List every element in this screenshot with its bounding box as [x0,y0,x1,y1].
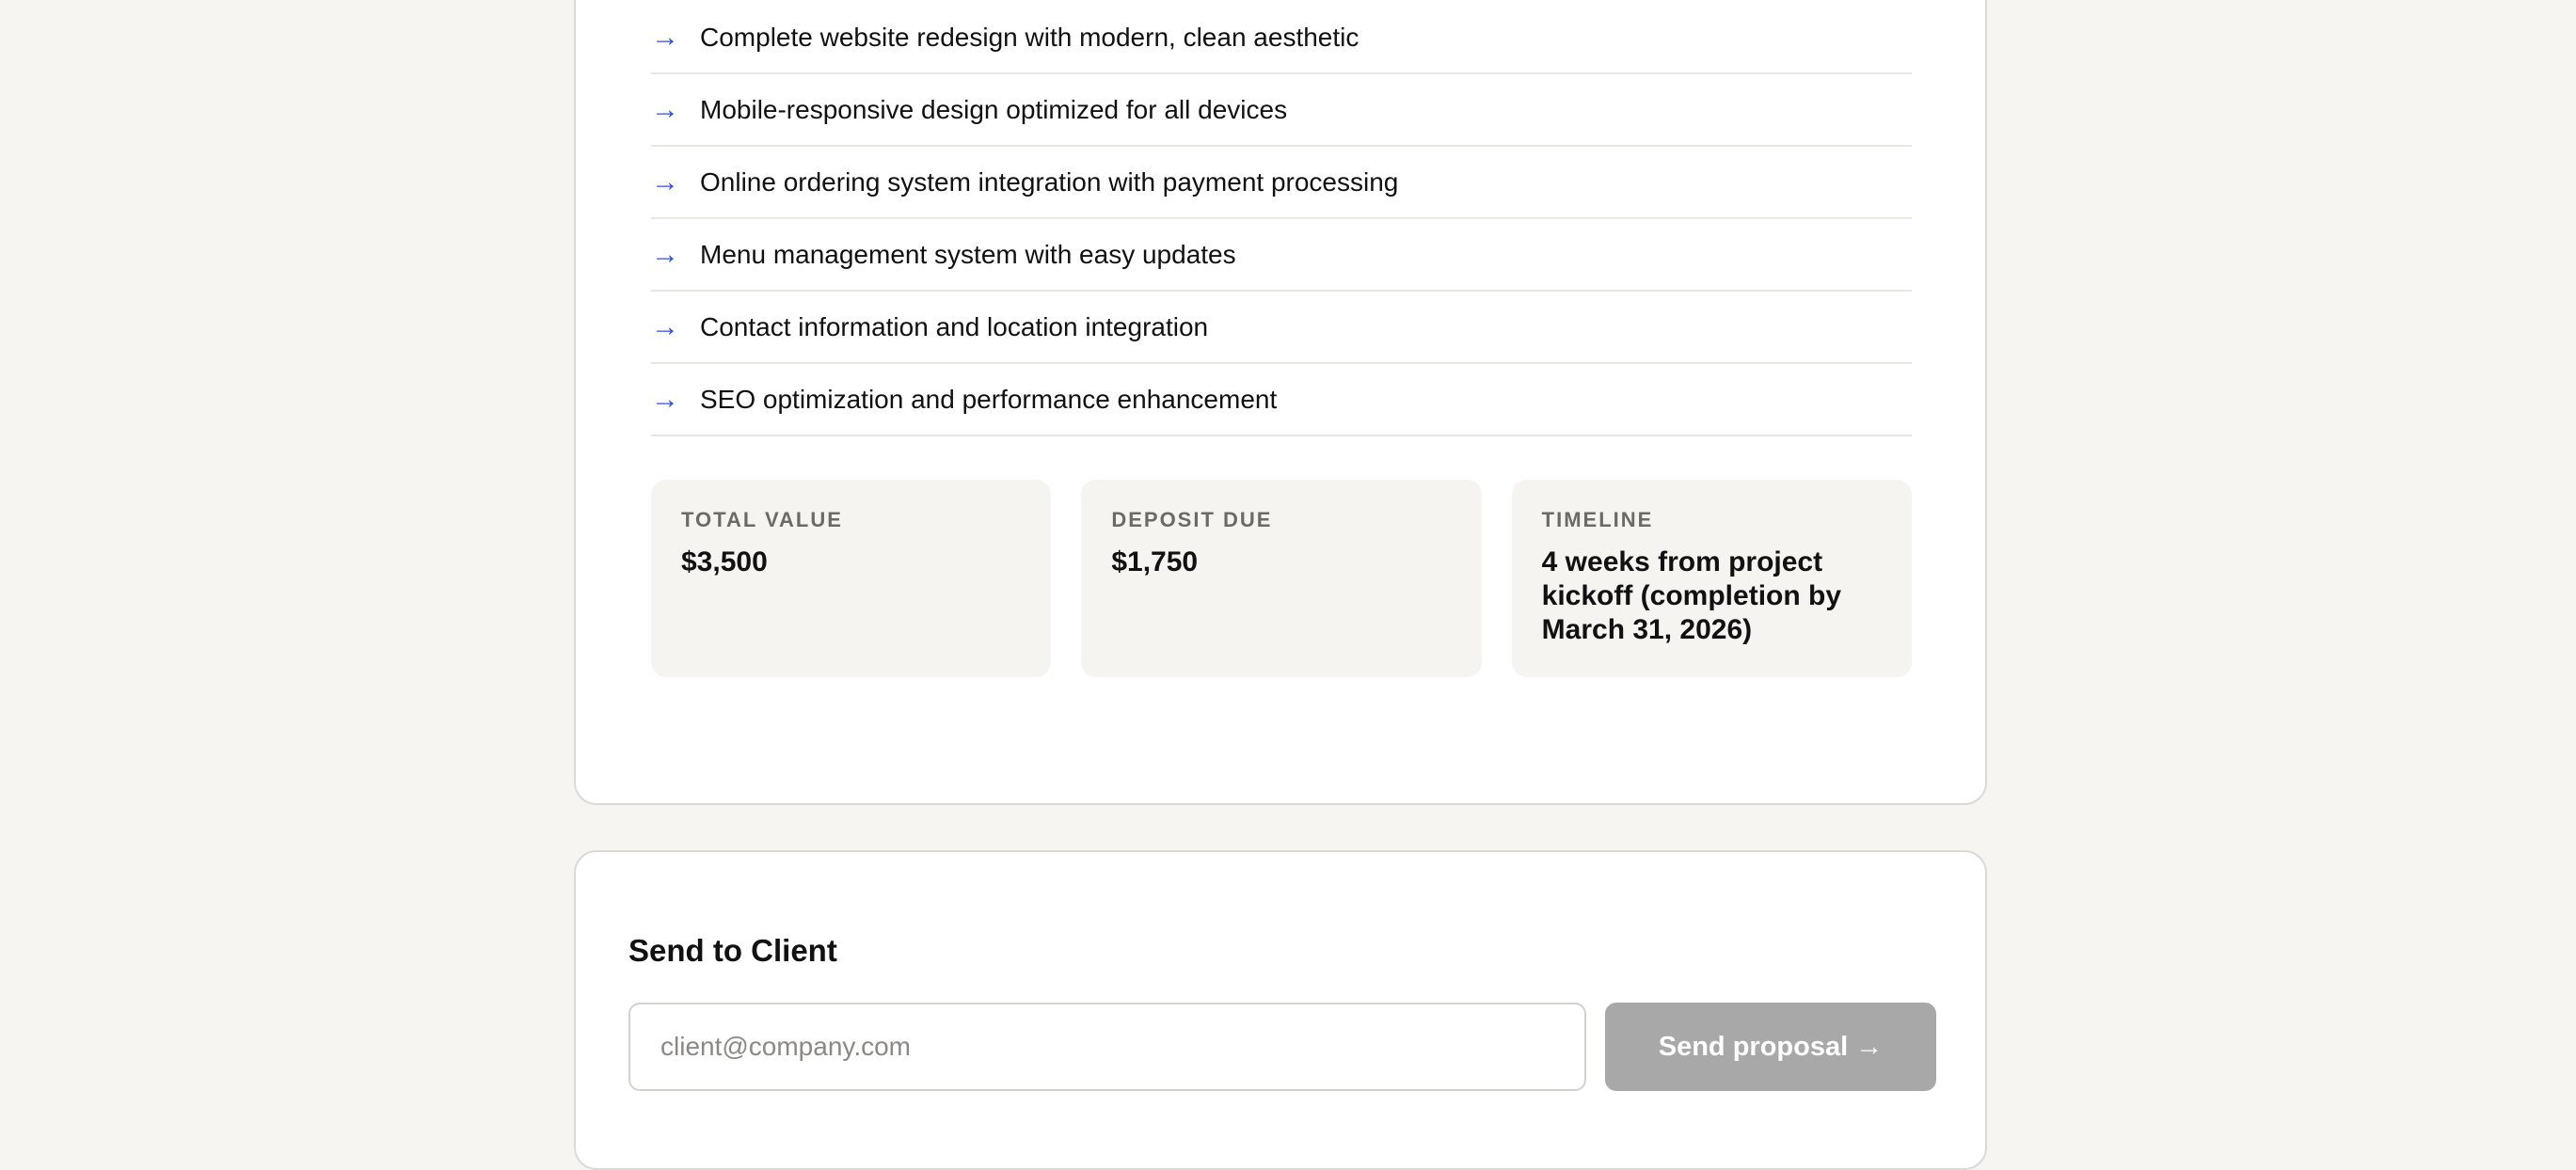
arrow-right-icon: → [651,166,679,198]
arrow-right-icon: → [651,93,679,125]
proposal-details-card: → Complete website redesign with modern,… [574,0,1987,805]
stat-value: $3,500 [681,546,768,577]
client-email-input[interactable] [628,1003,1586,1091]
deliverable-text: Mobile-responsive design optimized for a… [700,94,1288,124]
stat-value: $1,750 [1111,546,1199,577]
deliverable-text: Online ordering system integration with … [700,166,1399,197]
list-item: → Contact information and location integ… [651,292,1912,364]
stat-value: 4 weeks from project kickoff (completion… [1541,546,1842,645]
arrow-right-icon: → [651,310,679,342]
list-item: → SEO optimization and performance enhan… [651,364,1912,436]
stat-label: DEPOSIT DUE [1111,508,1273,531]
deliverable-text: SEO optimization and performance enhance… [700,384,1278,414]
deliverable-text: Contact information and location integra… [700,311,1209,341]
deposit-due-stat: DEPOSIT DUE $1,750 [1081,480,1482,677]
deliverable-text: Complete website redesign with modern, c… [700,22,1360,52]
deliverable-text: Menu management system with easy updates [700,239,1236,269]
list-item: → Online ordering system integration wit… [651,147,1912,219]
stat-label: TOTAL VALUE [681,508,843,531]
arrow-right-icon: → [651,238,679,270]
timeline-stat: TIMELINE 4 weeks from project kickoff (c… [1511,480,1912,677]
list-item: → Mobile-responsive design optimized for… [651,74,1912,147]
deliverables-list: → Complete website redesign with modern,… [651,2,1912,436]
arrow-right-icon: → [651,21,679,53]
stat-label: TIMELINE [1541,508,1654,531]
send-proposal-button[interactable]: Send proposal → [1605,1003,1936,1091]
list-item: → Complete website redesign with modern,… [651,2,1912,74]
section-title: Send to Client [628,933,837,968]
list-item: → Menu management system with easy updat… [651,219,1912,292]
arrow-right-icon: → [651,383,679,415]
send-to-client-card: Send to Client Send proposal → [574,850,1987,1170]
proposal-summary: TOTAL VALUE $3,500 DEPOSIT DUE $1,750 TI… [651,480,1912,677]
total-value-stat: TOTAL VALUE $3,500 [651,480,1052,677]
